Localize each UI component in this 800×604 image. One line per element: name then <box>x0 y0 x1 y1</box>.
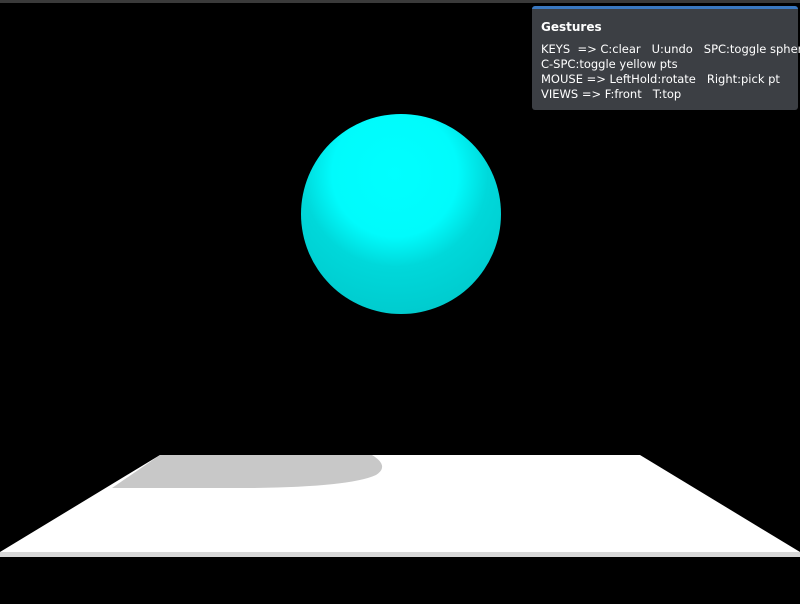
sphere[interactable] <box>301 114 501 314</box>
gestures-panel: Gestures KEYS => C:clear U:undo SPC:togg… <box>532 6 800 110</box>
ctrl-space-help-line: C-SPC:toggle yellow pts <box>541 57 678 71</box>
views-help-line: VIEWS => F:front T:top <box>541 87 682 101</box>
panel-title: Gestures <box>541 20 602 34</box>
ground-plane-edge <box>0 552 800 557</box>
keys-help-line: KEYS => C:clear U:undo SPC:toggle sphere <box>541 42 800 56</box>
ground-plane <box>0 455 800 552</box>
render-viewport[interactable]: Gestures KEYS => C:clear U:undo SPC:togg… <box>0 0 800 604</box>
mouse-help-line: MOUSE => LeftHold:rotate Right:pick pt <box>541 72 780 86</box>
